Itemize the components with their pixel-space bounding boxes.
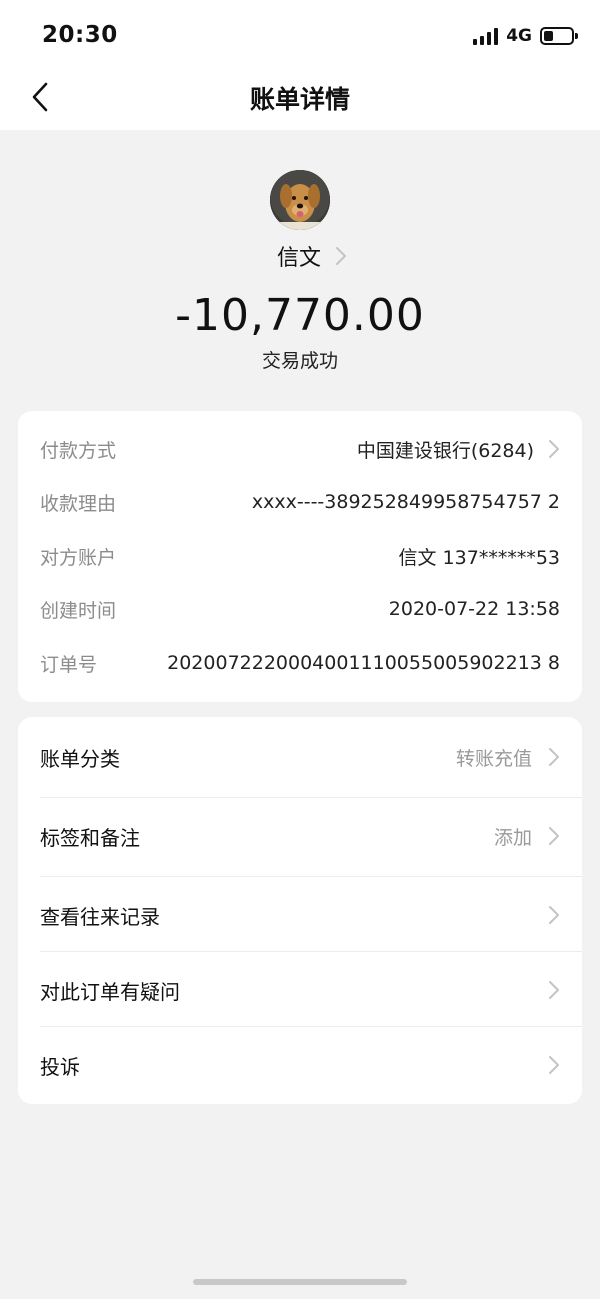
action-row-bill-category[interactable]: 账单分类 转账充值 — [40, 731, 560, 783]
home-indicator[interactable] — [193, 1279, 407, 1285]
detail-value: 中国建设银行(6284) — [356, 439, 534, 462]
action-right — [548, 905, 560, 925]
transaction-amount: -10,770.00 — [175, 290, 425, 341]
detail-row-payment-method[interactable]: 付款方式 中国建设银行(6284) — [40, 429, 560, 469]
action-right — [548, 1055, 560, 1075]
counterparty-name: 信文 — [276, 246, 321, 271]
action-label: 账单分类 — [40, 746, 120, 771]
detail-row-counterparty-account: 对方账户 信文 137******53 — [40, 536, 560, 576]
detail-row-order-number: 订单号 2020072220004001110055005902213 8 — [40, 643, 560, 683]
detail-label: 创建时间 — [40, 599, 117, 622]
divider — [40, 797, 582, 798]
chevron-right-icon — [549, 1056, 559, 1074]
chevron-right-icon — [549, 981, 559, 999]
actions-card: 账单分类 转账充值 标签和备注 添加 查看往来记录 对此订单有疑问 投诉 — [18, 717, 582, 1104]
action-row-complaint[interactable]: 投诉 — [40, 1039, 560, 1091]
divider — [40, 876, 582, 877]
detail-value-wrap: 中国建设银行(6284) — [357, 436, 560, 463]
top-bar: 20:30 4G 账单详情 — [0, 0, 600, 130]
dog-avatar-icon — [270, 170, 330, 230]
chevron-right-icon — [336, 247, 346, 265]
detail-row-reason: 收款理由 xxxx----389252849958754757 2 — [40, 482, 560, 522]
detail-value: xxxx----389252849958754757 2 — [251, 491, 560, 513]
chevron-right-icon — [549, 748, 559, 766]
action-value: 转账充值 — [455, 747, 532, 770]
page-title: 账单详情 — [249, 85, 350, 114]
action-label: 查看往来记录 — [40, 904, 160, 929]
detail-row-created-time: 创建时间 2020-07-22 13:58 — [40, 589, 560, 629]
chevron-right-icon — [549, 906, 559, 924]
transaction-details-card: 付款方式 中国建设银行(6284) 收款理由 xxxx----389252849… — [18, 411, 582, 702]
detail-label: 对方账户 — [40, 546, 117, 569]
action-row-order-question[interactable]: 对此订单有疑问 — [40, 964, 560, 1016]
action-right — [548, 980, 560, 1000]
transaction-status: 交易成功 — [261, 350, 338, 372]
detail-label: 收款理由 — [40, 492, 117, 515]
action-label: 标签和备注 — [40, 825, 140, 850]
status-indicators: 4G — [473, 24, 578, 48]
divider — [40, 1026, 582, 1027]
action-value: 添加 — [493, 826, 532, 849]
signal-icon — [473, 27, 499, 45]
action-row-history[interactable]: 查看往来记录 — [40, 889, 560, 941]
detail-value: 2020072220004001110055005902213 8 — [167, 652, 560, 674]
status-time: 20:30 — [42, 22, 118, 48]
network-type: 4G — [506, 26, 532, 46]
detail-label: 付款方式 — [40, 439, 117, 462]
avatar[interactable] — [270, 170, 330, 230]
action-label: 投诉 — [40, 1054, 80, 1079]
action-right: 添加 — [494, 823, 560, 850]
chevron-right-icon — [549, 440, 559, 458]
divider — [40, 951, 582, 952]
detail-value: 信文 137******53 — [398, 546, 560, 569]
action-label: 对此订单有疑问 — [40, 979, 180, 1004]
detail-label: 订单号 — [40, 653, 98, 676]
counterparty-row[interactable]: 信文 — [0, 240, 600, 272]
detail-value: 2020-07-22 13:58 — [388, 598, 560, 620]
action-row-tags-notes[interactable]: 标签和备注 添加 — [40, 810, 560, 862]
chevron-right-icon — [549, 827, 559, 845]
action-right: 转账充值 — [456, 744, 560, 771]
bill-detail-screen: 20:30 4G 账单详情 信文 -10,770.00 交易成功 付款方式 中国… — [0, 0, 600, 1299]
battery-icon — [540, 27, 578, 45]
